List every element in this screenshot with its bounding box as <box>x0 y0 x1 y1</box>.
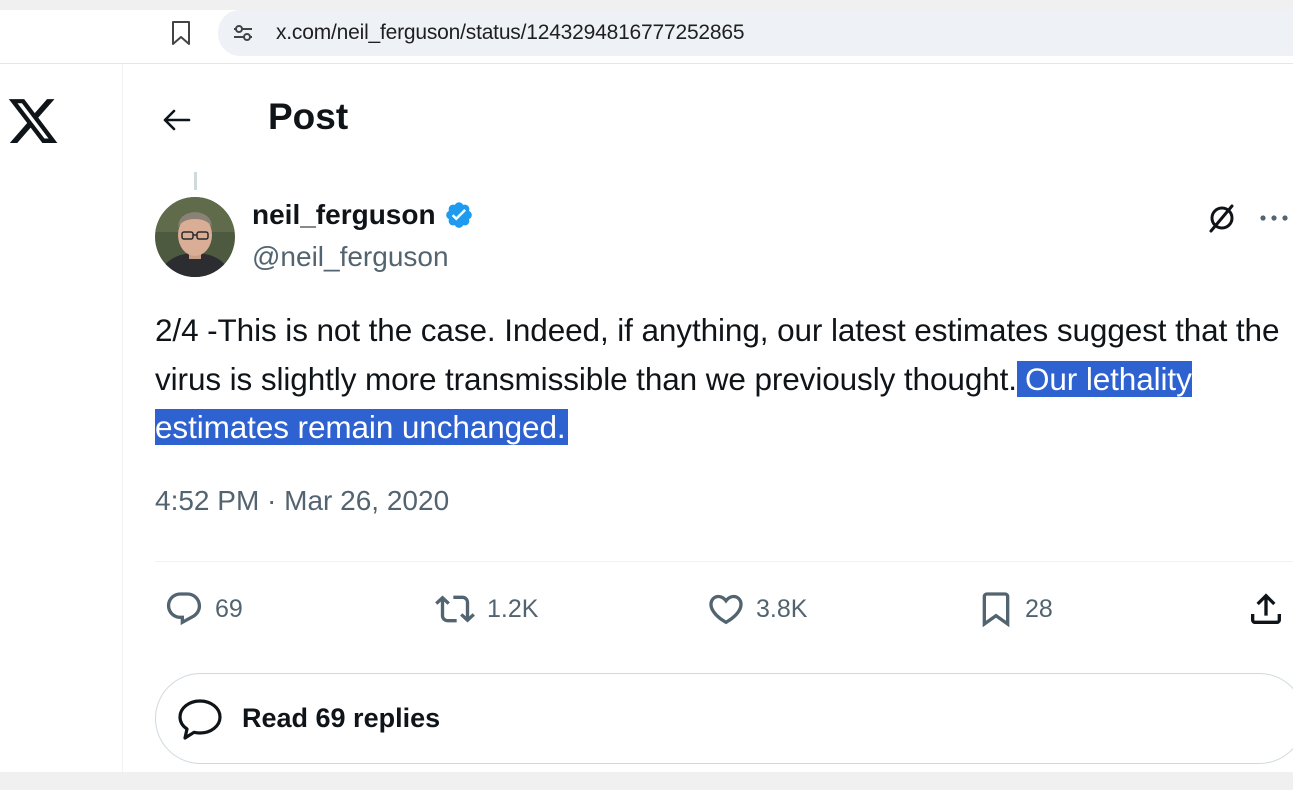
bottom-strip <box>0 772 1293 790</box>
author-handle[interactable]: @neil_ferguson <box>252 241 449 273</box>
more-options-icon[interactable] <box>1256 202 1292 234</box>
tweet-text: 2/4 -This is not the case. Indeed, if an… <box>155 306 1280 452</box>
tweet-timestamp[interactable]: 4:52 PM · Mar 26, 2020 <box>155 485 449 517</box>
left-navigation <box>0 64 123 772</box>
bookmark-count: 28 <box>1025 594 1053 623</box>
browser-toolbar: x.com/neil_ferguson/status/1243294816777… <box>0 0 1293 64</box>
bookmark-button[interactable]: 28 <box>976 588 1053 630</box>
bookmark-icon[interactable] <box>168 18 194 48</box>
grok-icon[interactable] <box>1204 200 1240 236</box>
repost-icon <box>435 595 475 623</box>
conversation-icon <box>174 693 226 745</box>
like-count: 3.8K <box>756 594 808 623</box>
url-text[interactable]: x.com/neil_ferguson/status/1243294816777… <box>276 21 745 45</box>
reply-count: 69 <box>215 594 243 623</box>
back-button[interactable] <box>156 100 196 140</box>
read-replies-label: Read 69 replies <box>242 703 441 733</box>
back-arrow-icon <box>163 109 191 131</box>
repost-button[interactable]: 1.2K <box>432 588 538 630</box>
avatar[interactable] <box>155 197 235 277</box>
reply-icon <box>166 592 202 626</box>
browser-tab-strip <box>0 0 1293 10</box>
author-display-name[interactable]: neil_ferguson <box>252 199 436 231</box>
site-info-icon[interactable] <box>232 22 254 44</box>
verified-badge-icon[interactable] <box>444 200 474 230</box>
address-bar[interactable]: x.com/neil_ferguson/status/1243294816777… <box>218 10 1293 56</box>
read-replies-button[interactable]: Read 69 replies <box>155 673 1293 764</box>
author-name-row[interactable]: neil_ferguson <box>252 199 474 231</box>
reply-button[interactable]: 69 <box>162 588 243 630</box>
page-title: Post <box>268 96 349 137</box>
x-logo-icon[interactable] <box>6 94 60 148</box>
heart-icon <box>709 594 743 625</box>
bookmark-icon <box>982 592 1010 628</box>
share-icon <box>1251 593 1281 624</box>
thread-connector <box>194 172 197 190</box>
share-button[interactable] <box>1245 588 1287 630</box>
repost-count: 1.2K <box>487 594 539 623</box>
like-button[interactable]: 3.8K <box>705 588 807 630</box>
divider <box>155 561 1293 562</box>
